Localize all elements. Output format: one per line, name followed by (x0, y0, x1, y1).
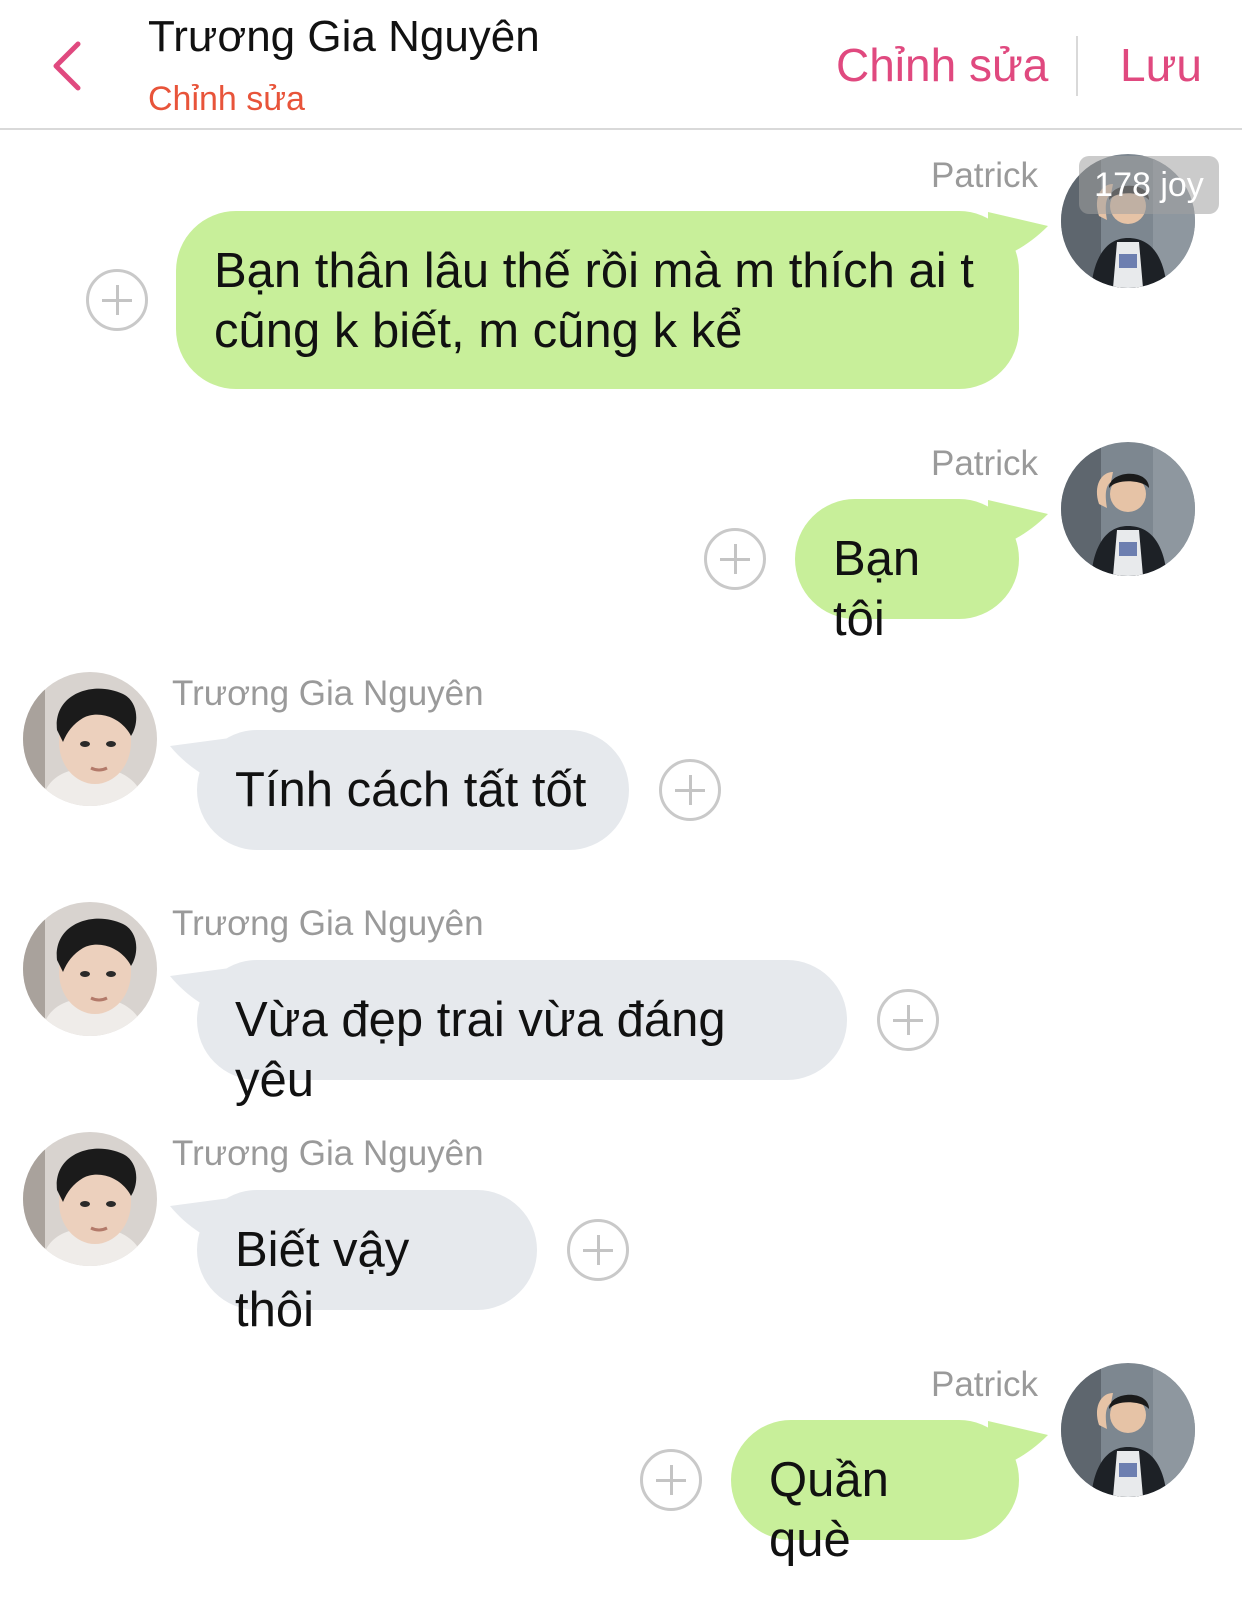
chat-header: Trương Gia Nguyên Chỉnh sửa Chỉnh sửa Lư… (0, 0, 1242, 130)
sender-name: Patrick (931, 156, 1038, 195)
header-divider (1076, 36, 1078, 96)
message-text: Vừa đẹp trai vừa đáng yêu (235, 993, 726, 1107)
sender-name: Patrick (931, 1365, 1038, 1404)
message-bubble-outgoing[interactable]: Bạn thân lâu thế rồi mà m thích ai t cũn… (176, 211, 1019, 389)
message-text: Tính cách tất tốt (235, 763, 587, 817)
avatar-truong-gia-nguyen[interactable] (23, 1132, 157, 1266)
message-bubble-outgoing[interactable]: Quần què (731, 1420, 1019, 1567)
message-text-line: cũng k biết, m cũng k kể (214, 304, 743, 358)
sender-name: Patrick (931, 444, 1038, 483)
edit-subtitle-link[interactable]: Chỉnh sửa (148, 80, 305, 119)
avatar-patrick[interactable] (1061, 442, 1195, 576)
sender-name: Trương Gia Nguyên (172, 904, 484, 943)
message-bubble-outgoing[interactable]: Bạn tôi (795, 499, 1019, 646)
chat-title: Trương Gia Nguyên (148, 12, 540, 61)
avatar-truong-gia-nguyen[interactable] (23, 672, 157, 806)
message-text: Bạn tôi (833, 532, 921, 646)
add-reaction-button[interactable] (877, 989, 939, 1051)
add-reaction-button[interactable] (704, 528, 766, 590)
message-bubble-incoming[interactable]: Tính cách tất tốt (197, 730, 629, 850)
sender-name: Trương Gia Nguyên (172, 674, 484, 713)
sender-name: Trương Gia Nguyên (172, 1134, 484, 1173)
message-bubble-incoming[interactable]: Biết vậy thôi (197, 1190, 537, 1337)
back-chevron-icon[interactable] (44, 36, 92, 96)
edit-button[interactable]: Chỉnh sửa (836, 38, 1048, 92)
save-button[interactable]: Lưu (1120, 38, 1202, 92)
add-reaction-button[interactable] (567, 1219, 629, 1281)
add-reaction-button[interactable] (659, 759, 721, 821)
message-text-line: Bạn thân lâu thế rồi mà m thích ai t (214, 244, 974, 298)
add-reaction-button[interactable] (640, 1449, 702, 1511)
message-text: Biết vậy thôi (235, 1223, 410, 1337)
watermark-label: 178 joy (1079, 156, 1219, 214)
message-bubble-incoming[interactable]: Vừa đẹp trai vừa đáng yêu (197, 960, 847, 1107)
add-reaction-button[interactable] (86, 269, 148, 331)
avatar-patrick[interactable] (1061, 1363, 1195, 1497)
message-text: Quần què (769, 1453, 889, 1567)
avatar-truong-gia-nguyen[interactable] (23, 902, 157, 1036)
